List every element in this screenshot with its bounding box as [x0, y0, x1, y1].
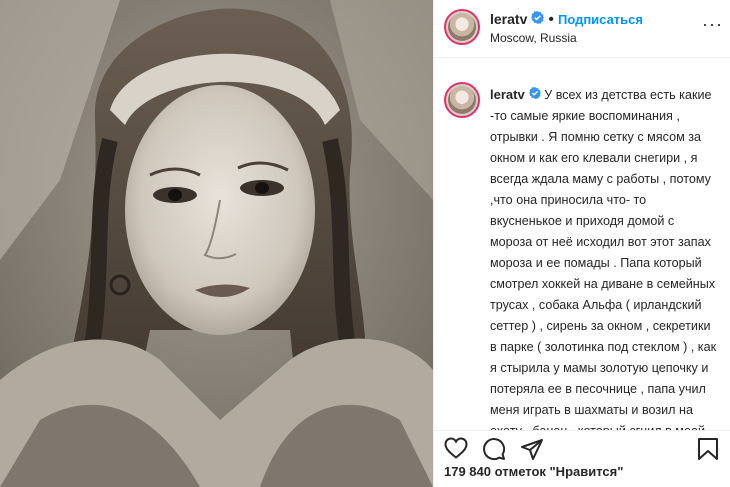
heart-icon[interactable]: [444, 437, 468, 464]
caption-username[interactable]: leratv: [490, 87, 525, 102]
post-sidebar: leratv • Подписаться Moscow, Russia ··· le…: [433, 0, 730, 487]
portrait-image: [0, 0, 433, 487]
action-bar: [434, 430, 730, 465]
caption-text: У всех из детства есть какие -то самые я…: [490, 88, 717, 430]
follow-button[interactable]: Подписаться: [558, 12, 643, 27]
caption-body: leratv У всех из детства есть какие -то …: [490, 84, 718, 430]
likes-count[interactable]: 179 840 отметок "Нравится": [444, 464, 623, 479]
post-header: leratv • Подписаться Moscow, Russia ···: [434, 0, 730, 58]
post-caption: leratv У всех из детства есть какие -то …: [434, 70, 730, 430]
header-author-line: leratv • Подписаться: [490, 11, 643, 29]
separator-dot: •: [548, 11, 554, 29]
share-icon[interactable]: [520, 437, 544, 466]
verified-badge-icon: [531, 11, 545, 29]
post-location[interactable]: Moscow, Russia: [490, 31, 577, 45]
caption-avatar[interactable]: [444, 82, 480, 118]
bookmark-icon[interactable]: [697, 437, 719, 466]
caption-verified-badge-icon: [528, 85, 541, 106]
post-photo[interactable]: [0, 0, 433, 487]
more-options-icon[interactable]: ···: [702, 14, 723, 35]
author-username[interactable]: leratv: [490, 11, 527, 27]
author-avatar[interactable]: [444, 9, 480, 45]
comment-icon[interactable]: [482, 437, 506, 466]
